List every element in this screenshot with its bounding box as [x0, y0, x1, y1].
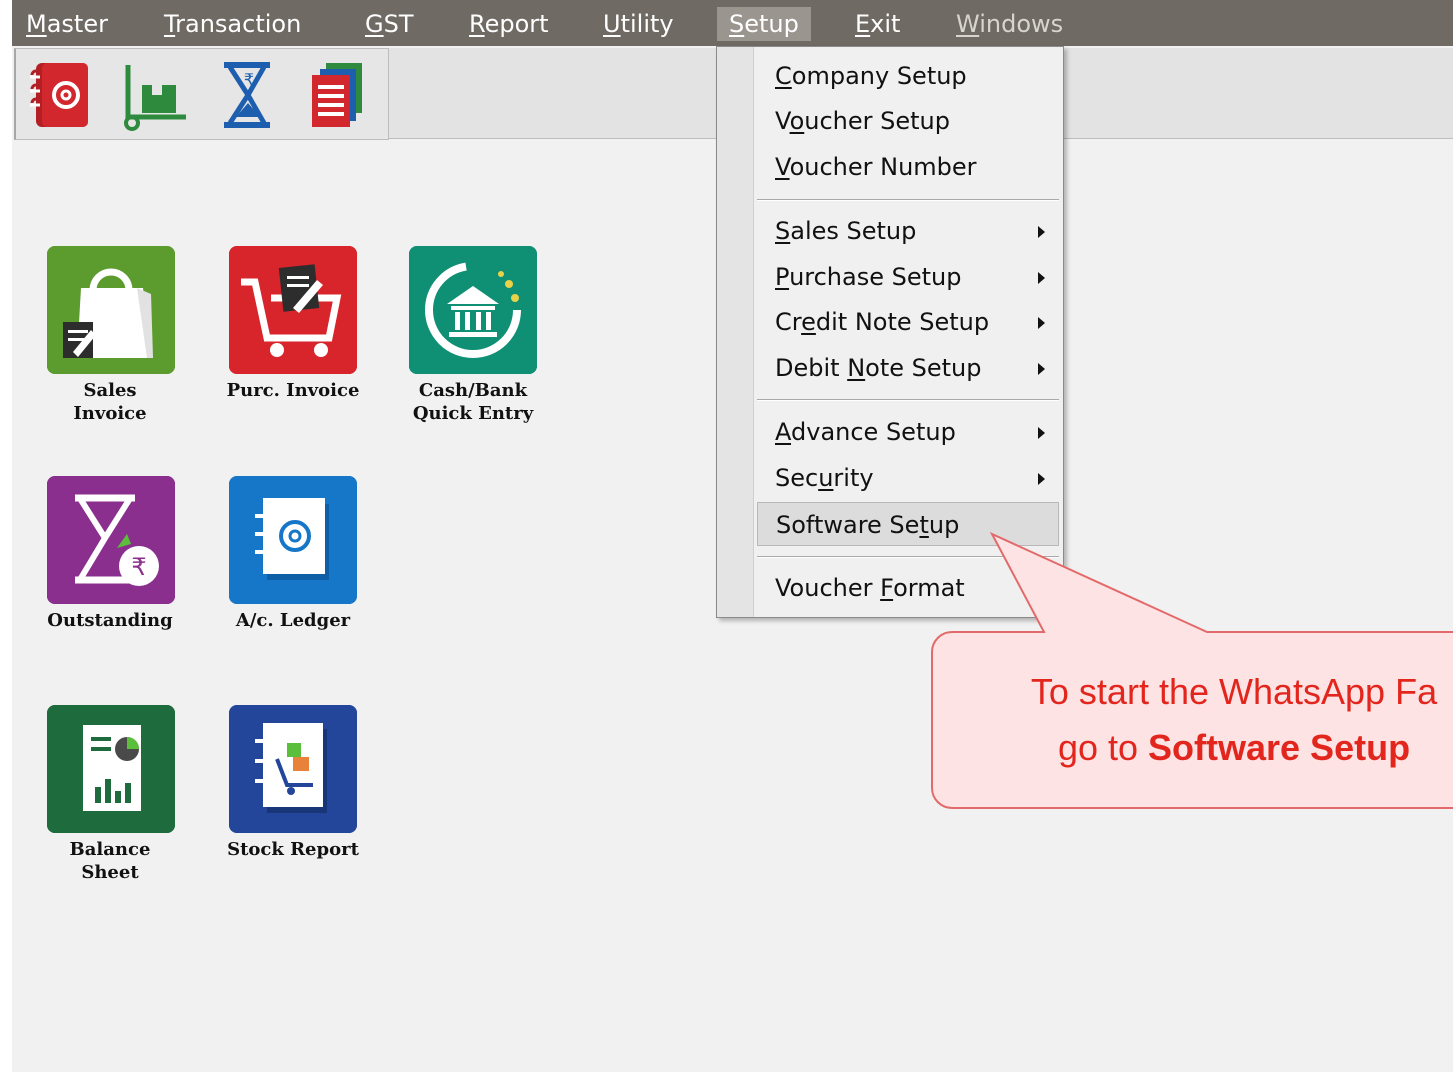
outstanding-label: Outstanding [20, 609, 200, 632]
menu-sales-setup[interactable]: Sales Setup [757, 209, 1059, 253]
menu-exit-mnemonic: E [855, 10, 871, 38]
menu-voucher-format[interactable]: Voucher Format [757, 566, 1059, 610]
outstanding-label-line1: Outstanding [47, 610, 173, 631]
callout-line1: To start the WhatsApp Fa [1030, 671, 1438, 712]
menu-utility-label: tility [620, 10, 674, 38]
balance-sheet-label-line2: Sheet [81, 862, 139, 883]
menu-purchase-setup[interactable]: Purchase Setup [757, 255, 1059, 299]
menu-windows-label: indows [979, 10, 1064, 38]
menu-master[interactable]: Master [14, 7, 120, 41]
svg-text:₹: ₹ [131, 553, 146, 581]
menu-separator [757, 556, 1059, 558]
menu-transaction[interactable]: Transaction [152, 7, 313, 41]
menu-transaction-mnemonic: T [164, 10, 176, 38]
submenu-arrow-icon [1038, 473, 1045, 485]
balance-sheet-label: Balance Sheet [20, 838, 200, 884]
ac-ledger-label-line1: A/c. Ledger [235, 610, 351, 631]
menu-utility[interactable]: Utility [591, 7, 686, 41]
callout-text: To start the WhatsApp Fa go to Software … [934, 664, 1453, 776]
ledger-book-icon[interactable] [26, 57, 100, 133]
menu-gutter [717, 47, 754, 617]
stock-report-tile[interactable] [229, 705, 357, 833]
bank-icon [409, 246, 537, 374]
menu-gst-mnemonic: G [365, 10, 384, 38]
menu-company-setup[interactable]: Company Setup [757, 54, 1059, 98]
callout-line2: go to Software Setup [934, 720, 1453, 776]
menu-master-label: aster [46, 10, 108, 38]
stock-notebook-icon [229, 705, 357, 833]
setup-dropdown-menu: Company Setup Voucher Setup Voucher Numb… [716, 46, 1064, 618]
shopping-bag-icon [47, 246, 175, 374]
menu-setup[interactable]: Setup [717, 7, 811, 41]
menu-gst[interactable]: GST [353, 7, 426, 41]
menu-report[interactable]: Report [457, 7, 561, 41]
stock-report-label-line1: Stock Report [227, 839, 359, 860]
menu-report-label: eport [484, 10, 549, 38]
callout-line2-prefix: go to [1057, 727, 1149, 768]
menu-windows[interactable]: Windows [944, 7, 1075, 41]
report-pages-icon[interactable] [300, 57, 374, 133]
outstanding-tile[interactable]: ₹ [47, 476, 175, 604]
sales-invoice-tile[interactable] [47, 246, 175, 374]
menu-voucher-number[interactable]: Voucher Number [757, 145, 1059, 189]
sales-invoice-label-line2: Invoice [73, 403, 147, 424]
callout-line2-bold: Software Setup [1148, 727, 1411, 768]
menu-bar: Master Transaction GST Report Utility Se… [12, 0, 1453, 46]
menu-exit[interactable]: Exit [843, 7, 912, 41]
menu-transaction-label: ransaction [175, 10, 302, 38]
submenu-arrow-icon [1038, 272, 1045, 284]
purchase-invoice-label: Purc. Invoice [203, 379, 383, 402]
submenu-arrow-icon [1038, 317, 1045, 329]
menu-windows-mnemonic: W [956, 10, 980, 38]
stock-report-label: Stock Report [203, 838, 383, 861]
menu-separator [757, 199, 1059, 201]
menu-report-mnemonic: R [469, 10, 485, 38]
balance-sheet-tile[interactable] [47, 705, 175, 833]
submenu-arrow-icon [1038, 226, 1045, 238]
sales-invoice-label-line1: Sales [83, 380, 137, 401]
menu-advance-setup[interactable]: Advance Setup [757, 410, 1059, 454]
menu-setup-label: etup [744, 10, 799, 38]
submenu-arrow-icon [1038, 363, 1045, 375]
cash-bank-tile[interactable] [409, 246, 537, 374]
menu-separator [757, 399, 1059, 401]
menu-exit-label: xit [870, 10, 901, 38]
menu-software-setup[interactable]: Software Setup [757, 502, 1059, 546]
cart-icon [229, 246, 357, 374]
toolbar: ₹ [14, 48, 389, 140]
menu-debit-note-setup[interactable]: Debit Note Setup [757, 346, 1059, 390]
cash-bank-label-line2: Quick Entry [412, 403, 534, 424]
cash-bank-label: Cash/Bank Quick Entry [383, 379, 563, 425]
ac-ledger-tile[interactable] [229, 476, 357, 604]
svg-text:₹: ₹ [244, 70, 254, 89]
purchase-invoice-tile[interactable] [229, 246, 357, 374]
menu-gst-label: ST [383, 10, 414, 38]
menu-utility-mnemonic: U [603, 10, 621, 38]
sales-invoice-label: Sales Invoice [20, 379, 200, 425]
cash-bank-label-line1: Cash/Bank [418, 380, 528, 401]
menu-credit-note-setup[interactable]: Credit Note Setup [757, 300, 1059, 344]
purchase-invoice-label-line1: Purc. Invoice [226, 380, 360, 401]
menu-security[interactable]: Security [757, 456, 1059, 500]
hourglass-rupee-icon: ₹ [47, 476, 175, 604]
menu-voucher-setup[interactable]: Voucher Setup [757, 99, 1059, 143]
hourglass-icon[interactable]: ₹ [212, 57, 286, 133]
chart-document-icon [47, 705, 175, 833]
address-book-icon [229, 476, 357, 604]
stock-trolley-icon[interactable] [120, 57, 194, 133]
ac-ledger-label: A/c. Ledger [203, 609, 383, 632]
submenu-arrow-icon [1038, 427, 1045, 439]
menu-setup-mnemonic: S [729, 10, 745, 38]
menu-master-mnemonic: M [26, 10, 47, 38]
balance-sheet-label-line1: Balance [69, 839, 151, 860]
